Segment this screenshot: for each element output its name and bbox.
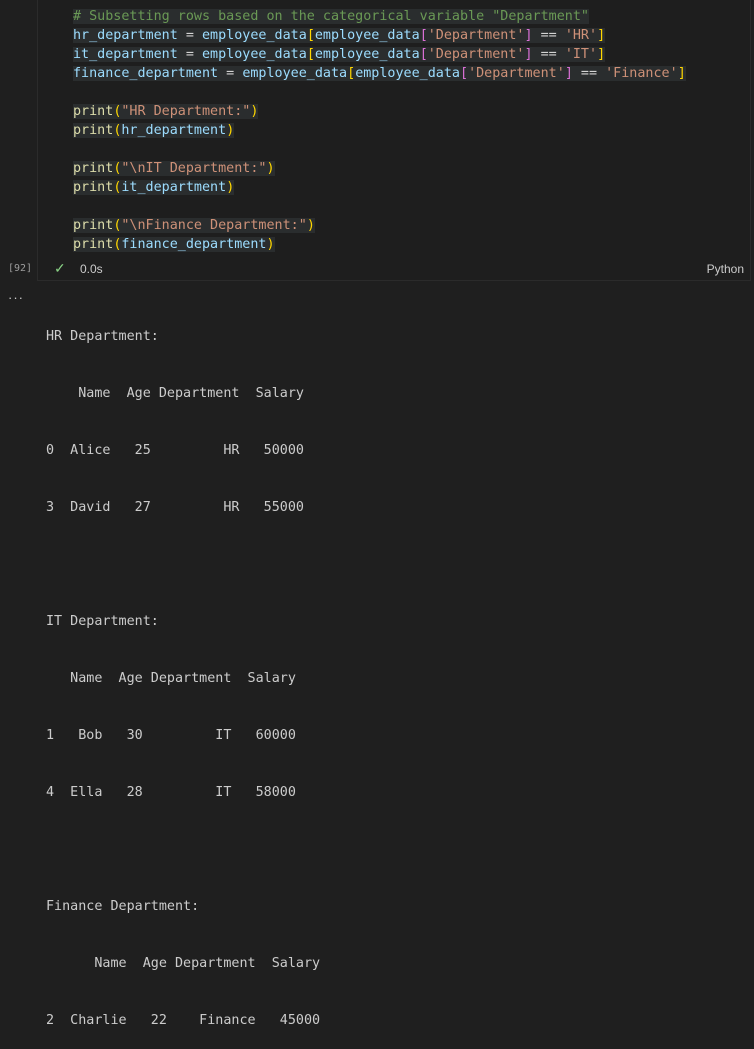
code-line-12[interactable]: print("\nFinance Department:"): [73, 216, 750, 235]
code-line-5[interactable]: [73, 83, 750, 102]
output-line: 3 David 27 HR 55000: [46, 500, 304, 515]
output-line: 4 Ella 28 IT 58000: [46, 785, 296, 800]
output-line: 0 Alice 25 HR 50000: [46, 443, 304, 458]
output-line: 2 Charlie 22 Finance 45000: [46, 1013, 321, 1028]
code-line-1[interactable]: # Subsetting rows based on the categoric…: [73, 7, 750, 26]
code-line-10[interactable]: print(it_department): [73, 178, 750, 197]
code-line-9[interactable]: print("\nIT Department:"): [73, 159, 750, 178]
code-comment: # Subsetting rows based on the categoric…: [73, 9, 589, 24]
output-more-icon[interactable]: ···: [8, 290, 24, 305]
code-editor[interactable]: # Subsetting rows based on the categoric…: [73, 7, 750, 254]
output-line: Name Age Department Salary: [46, 386, 304, 401]
code-line-2[interactable]: hr_department = employee_data[employee_d…: [73, 26, 750, 45]
code-line-6[interactable]: print("HR Department:"): [73, 102, 750, 121]
code-line-13[interactable]: print(finance_department): [73, 235, 750, 254]
output-line: Name Age Department Salary: [46, 671, 296, 686]
code-line-7[interactable]: print(hr_department): [73, 121, 750, 140]
language-indicator[interactable]: Python: [707, 262, 744, 276]
execution-count: [92]: [8, 263, 33, 274]
check-icon: ✓: [54, 260, 66, 276]
output-line: IT Department:: [46, 614, 159, 629]
output-line: Name Age Department Salary: [46, 956, 321, 971]
execution-time: 0.0s: [80, 262, 103, 276]
code-cell[interactable]: # Subsetting rows based on the categoric…: [37, 0, 751, 259]
output-line: Finance Department:: [46, 899, 200, 914]
code-line-11[interactable]: [73, 197, 750, 216]
output-line: 1 Bob 30 IT 60000: [46, 728, 296, 743]
cell-status-bar: ✓ 0.0s Python: [37, 259, 751, 281]
output-line: HR Department:: [46, 329, 159, 344]
code-line-8[interactable]: [73, 140, 750, 159]
code-line-3[interactable]: it_department = employee_data[employee_d…: [73, 45, 750, 64]
cell-output: HR Department: Name Age Department Salar…: [46, 289, 320, 1049]
code-line-4[interactable]: finance_department = employee_data[emplo…: [73, 64, 750, 83]
